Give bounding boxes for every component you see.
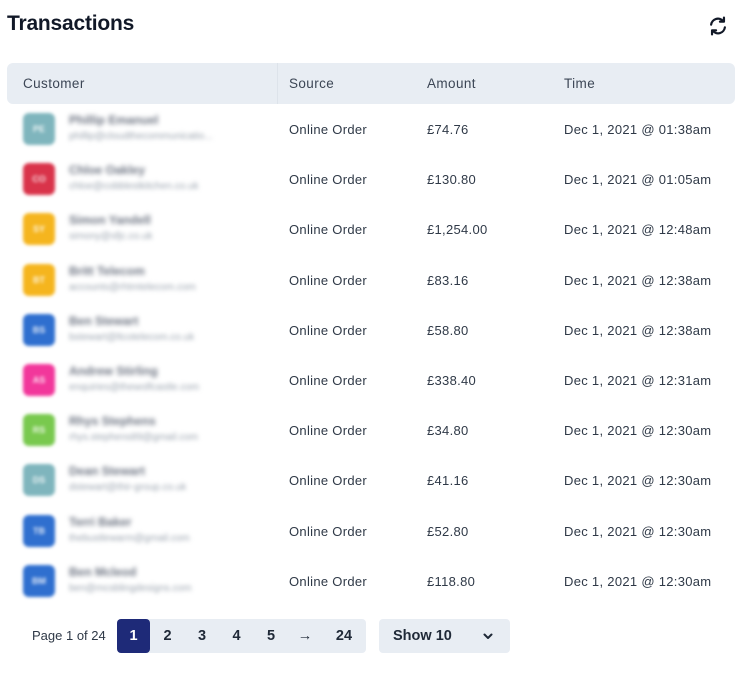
avatar: CO bbox=[23, 163, 55, 196]
customer-name: Ben Stewart bbox=[69, 313, 139, 328]
amount-cell: £58.80 bbox=[427, 322, 469, 338]
source-cell: Online Order bbox=[289, 423, 368, 439]
column-header-customer[interactable]: Customer bbox=[23, 76, 85, 91]
customer-email: thebustlewarm@gmail.com bbox=[69, 532, 190, 544]
page-button-4[interactable]: 4 bbox=[219, 619, 254, 653]
time-cell: Dec 1, 2021 @ 12:30am bbox=[564, 523, 712, 539]
table-header: Customer Source Amount Time bbox=[7, 63, 735, 104]
table-row[interactable]: CO Chloe Oakley chloe@cobblestkitchen.co.u… bbox=[7, 154, 735, 204]
time-cell: Dec 1, 2021 @ 12:38am bbox=[564, 272, 712, 288]
amount-cell: £338.40 bbox=[427, 372, 477, 388]
pagination: 1 2 3 4 5 → 24 bbox=[117, 619, 366, 653]
page-button-5[interactable]: 5 bbox=[254, 619, 288, 653]
refresh-icon bbox=[710, 16, 726, 36]
time-cell: Dec 1, 2021 @ 12:30am bbox=[564, 423, 712, 439]
page-size-select[interactable]: Show 10 bbox=[379, 619, 510, 653]
customer-email: dstewart@thir-group.co.uk bbox=[69, 482, 187, 494]
time-cell: Dec 1, 2021 @ 01:05am bbox=[564, 172, 712, 188]
source-cell: Online Order bbox=[289, 372, 368, 388]
source-cell: Online Order bbox=[289, 523, 368, 539]
next-page-arrow-icon[interactable]: → bbox=[288, 619, 322, 653]
amount-cell: £83.16 bbox=[427, 272, 469, 288]
page-header: Transactions bbox=[7, 12, 737, 40]
transactions-table-body: PE Phillip Emanuel phillip@cloudthecommuni… bbox=[7, 104, 735, 606]
avatar: SY bbox=[23, 213, 55, 246]
source-cell: Online Order bbox=[289, 172, 368, 188]
customer-name: Dean Stewart bbox=[69, 464, 146, 479]
avatar: PE bbox=[23, 113, 55, 145]
amount-cell: £52.80 bbox=[427, 523, 469, 539]
amount-cell: £34.80 bbox=[427, 423, 469, 439]
avatar: BM bbox=[23, 564, 55, 597]
avatar: BT bbox=[23, 263, 55, 296]
table-row[interactable]: BT Britt Telecom accounts@rhtmtelecom.com O… bbox=[7, 255, 735, 305]
column-header-amount[interactable]: Amount bbox=[427, 76, 476, 91]
avatar: AS bbox=[23, 363, 55, 396]
avatar: DS bbox=[23, 464, 55, 497]
customer-name: Simon Yandell bbox=[69, 213, 151, 228]
customer-name: Rhys Stephens bbox=[69, 414, 156, 429]
customer-email: bstewart@ltcotelecom.co.uk bbox=[69, 331, 195, 343]
table-row[interactable]: TB Terri Baker thebustlewarm@gmail.com Onli… bbox=[7, 506, 735, 556]
table-row[interactable]: AS Andrew Stirling enquiries@thewolfcastle… bbox=[7, 355, 735, 405]
customer-name: Chloe Oakley bbox=[69, 163, 146, 178]
table-row[interactable]: RS Rhys Stephens rhys.stephens89@gmail.com… bbox=[7, 405, 735, 455]
time-cell: Dec 1, 2021 @ 12:48am bbox=[564, 222, 712, 238]
page-title: Transactions bbox=[7, 12, 135, 35]
source-cell: Online Order bbox=[289, 473, 368, 489]
customer-email: chloe@cobblestkitchen.co.uk bbox=[69, 181, 199, 193]
customer-email: phillip@cloudthecommunicatio... bbox=[69, 131, 213, 142]
time-cell: Dec 1, 2021 @ 12:31am bbox=[564, 372, 712, 388]
amount-cell: £1,254.00 bbox=[427, 222, 488, 238]
customer-email: ben@mcsblingdesigns.com bbox=[69, 582, 192, 594]
chevron-down-icon bbox=[483, 633, 493, 639]
customer-email: enquiries@thewolfcastle.com bbox=[69, 381, 200, 393]
customer-name: Andrew Stirling bbox=[69, 363, 158, 378]
page-button-3[interactable]: 3 bbox=[185, 619, 219, 653]
time-cell: Dec 1, 2021 @ 12:30am bbox=[564, 573, 712, 589]
table-row[interactable]: BM Ben Mcleod ben@mcsblingdesigns.com Onlin… bbox=[7, 556, 735, 606]
customer-email: rhys.stephens89@gmail.com bbox=[69, 432, 199, 444]
customer-name: Britt Telecom bbox=[69, 263, 145, 278]
time-cell: Dec 1, 2021 @ 01:38am bbox=[564, 122, 712, 137]
customer-email: simony@sfjc.co.uk bbox=[69, 231, 153, 243]
page-button-1[interactable]: 1 bbox=[117, 619, 150, 653]
column-header-time[interactable]: Time bbox=[564, 76, 595, 91]
customer-name: Phillip Emanuel bbox=[69, 113, 159, 127]
refresh-button[interactable] bbox=[707, 15, 729, 37]
page-button-24[interactable]: 24 bbox=[322, 619, 366, 653]
amount-cell: £41.16 bbox=[427, 473, 469, 489]
page-info: Page 1 of 24 bbox=[32, 628, 106, 643]
source-cell: Online Order bbox=[289, 322, 368, 338]
customer-email: accounts@rhtmtelecom.com bbox=[69, 281, 196, 293]
table-row[interactable]: PE Phillip Emanuel phillip@cloudthecommuni… bbox=[7, 104, 735, 154]
table-row[interactable]: SY Simon Yandell simony@sfjc.co.uk Online O… bbox=[7, 204, 735, 254]
amount-cell: £118.80 bbox=[427, 573, 476, 589]
time-cell: Dec 1, 2021 @ 12:38am bbox=[564, 322, 712, 338]
avatar: RS bbox=[23, 414, 55, 447]
customer-name: Terri Baker bbox=[69, 514, 132, 529]
avatar: TB bbox=[23, 514, 55, 547]
table-footer: Page 1 of 24 1 2 3 4 5 → 24 Show 10 bbox=[7, 619, 735, 653]
amount-cell: £74.76 bbox=[427, 122, 469, 137]
source-cell: Online Order bbox=[289, 222, 368, 238]
page-button-2[interactable]: 2 bbox=[150, 619, 185, 653]
page-size-label: Show 10 bbox=[393, 628, 452, 644]
avatar: BS bbox=[23, 313, 55, 346]
table-row[interactable]: DS Dean Stewart dstewart@thir-group.co.uk O… bbox=[7, 455, 735, 505]
time-cell: Dec 1, 2021 @ 12:30am bbox=[564, 473, 712, 489]
column-divider bbox=[277, 63, 278, 104]
amount-cell: £130.80 bbox=[427, 172, 477, 188]
source-cell: Online Order bbox=[289, 272, 368, 288]
column-header-source[interactable]: Source bbox=[289, 76, 334, 91]
customer-name: Ben Mcleod bbox=[69, 564, 137, 579]
table-row[interactable]: BS Ben Stewart bstewart@ltcotelecom.co.uk O… bbox=[7, 305, 735, 355]
source-cell: Online Order bbox=[289, 573, 368, 589]
source-cell: Online Order bbox=[289, 122, 368, 137]
